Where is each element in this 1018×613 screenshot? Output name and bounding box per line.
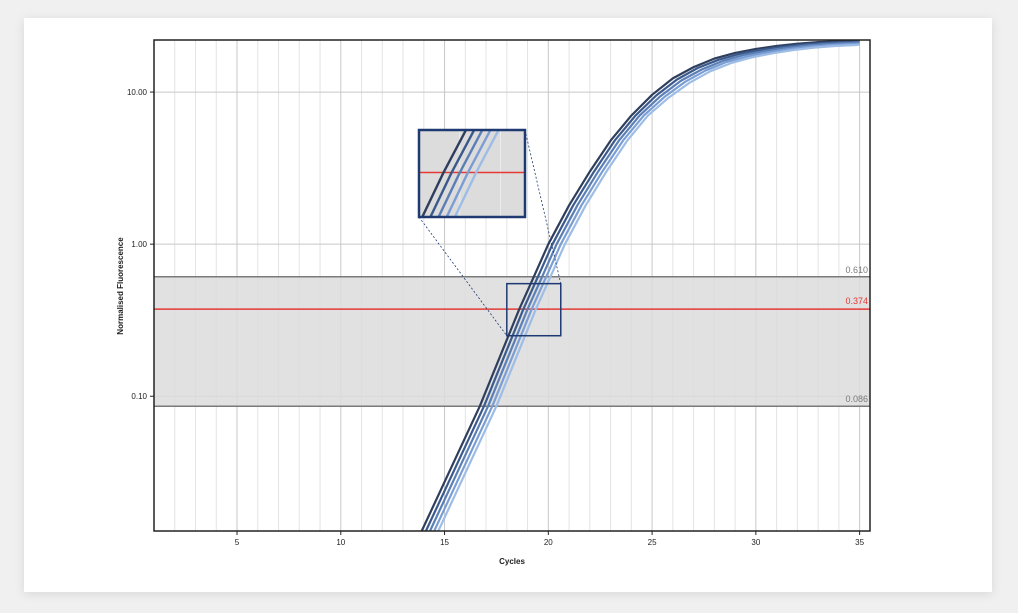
qpcr-amplification-chart: 5 10 15 20 25 30 35 0.10 1.00 10.00 Cycles Normal… bbox=[116, 39, 871, 566]
x-tick-label: 10 bbox=[336, 538, 345, 547]
y-tick-label: 10.00 bbox=[127, 88, 148, 97]
zoom-leader-line bbox=[524, 129, 562, 284]
threshold-label: 0.374 bbox=[845, 296, 868, 306]
x-tick-label: 5 bbox=[235, 538, 240, 547]
x-tick-label: 30 bbox=[751, 538, 760, 547]
x-axis-label: Cycles bbox=[499, 557, 525, 566]
threshold-upper-label: 0.610 bbox=[845, 265, 868, 275]
x-tick-label: 25 bbox=[648, 538, 657, 547]
y-tick-label: 0.10 bbox=[131, 392, 147, 401]
threshold-lower-label: 0.086 bbox=[845, 394, 868, 404]
threshold-band-area bbox=[154, 276, 870, 407]
x-tick-label: 15 bbox=[440, 538, 449, 547]
y-axis-label: Normalised Fluorescence bbox=[116, 237, 125, 335]
zoom-inset-background bbox=[419, 130, 525, 217]
chart-card: 5 10 15 20 25 30 35 0.10 1.00 10.00 Cycles Normal… bbox=[24, 18, 992, 592]
x-tick-label: 35 bbox=[855, 538, 864, 547]
x-tick-label: 20 bbox=[544, 538, 553, 547]
threshold-band bbox=[154, 276, 870, 407]
y-tick-label: 1.00 bbox=[131, 240, 147, 249]
